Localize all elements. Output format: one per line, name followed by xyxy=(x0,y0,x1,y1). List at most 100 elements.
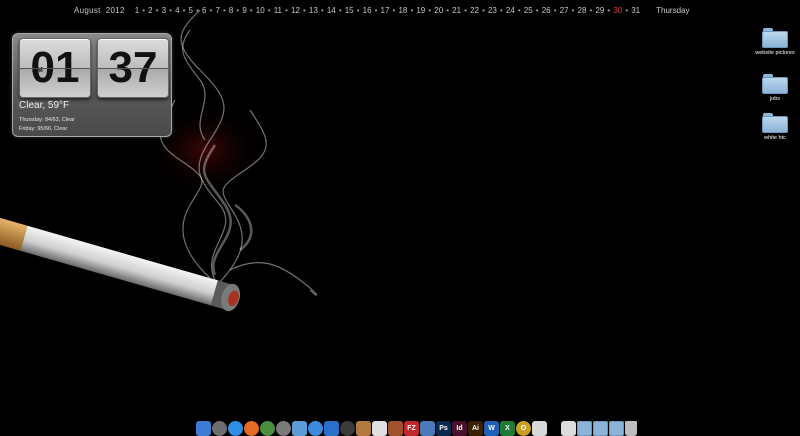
calendar-day: 24 xyxy=(505,5,515,15)
calendar-separator: • xyxy=(142,5,146,15)
calendar-separator: • xyxy=(196,5,199,15)
calendar-day: 15 xyxy=(344,5,354,15)
calendar-day: 27 xyxy=(559,5,569,15)
calendar-separator: • xyxy=(482,5,485,15)
calendar-separator: • xyxy=(553,5,557,15)
calendar-separator: • xyxy=(169,5,172,15)
downloads-folder-icon[interactable] xyxy=(577,421,592,436)
folder-label: jobs xyxy=(769,96,781,102)
calendar-separator: • xyxy=(410,5,414,15)
calendar-day: 30 xyxy=(613,5,623,15)
firefox-icon[interactable] xyxy=(244,421,259,436)
calendar-days: 1 • 2 • 3 • 4 • 5 • 6 • 7 • 8 • 9 • 10 • 11 • 12 • 13 • 14 • 15 • 16 • 1… xyxy=(135,6,640,15)
excel-icon[interactable]: X xyxy=(500,421,515,436)
calendar-separator: • xyxy=(155,5,159,15)
safari-icon[interactable] xyxy=(228,421,243,436)
calendar-day: 21 xyxy=(452,5,462,15)
system-preferences-icon[interactable] xyxy=(276,421,291,436)
app-store-icon[interactable] xyxy=(324,421,339,436)
calendar-separator: • xyxy=(625,5,629,15)
calendar-month: August xyxy=(74,5,101,15)
calendar-separator: • xyxy=(428,5,432,15)
launchpad-icon[interactable] xyxy=(212,421,227,436)
calendar-weekday: Thursday xyxy=(656,5,690,15)
calendar-day: 13 xyxy=(308,5,318,15)
calendar-icon[interactable] xyxy=(372,421,387,436)
calendar-day: 26 xyxy=(541,5,551,15)
forecast-day-1: Thursday: 84/63, Clear xyxy=(19,117,75,123)
calendar-separator: • xyxy=(182,5,186,15)
calendar-day: 23 xyxy=(487,5,497,15)
calendar-separator: • xyxy=(571,5,575,15)
calendar-separator: • xyxy=(589,5,593,15)
calendar-separator: • xyxy=(267,5,271,15)
calendar-separator: • xyxy=(499,5,503,15)
calendar-separator: • xyxy=(285,5,288,15)
calendar-separator: • xyxy=(517,5,521,15)
calendar-separator: • xyxy=(236,5,240,15)
facetime-icon[interactable] xyxy=(340,421,355,436)
calendar-bar: August 2012 1 • 2 • 3 • 4 • 5 • 6 • 7 • 8 • 9 • 10 • 11 • 12 • 1… xyxy=(74,4,690,16)
calendar-day: 16 xyxy=(362,5,372,15)
text-edit-icon[interactable] xyxy=(561,421,576,436)
calendar-separator: • xyxy=(338,5,342,15)
calendar-day: 12 xyxy=(291,5,300,15)
calendar-day: 19 xyxy=(416,5,426,15)
clock-minutes: 37 xyxy=(97,38,169,98)
itunes-icon[interactable] xyxy=(308,421,323,436)
chrome-icon[interactable] xyxy=(260,421,275,436)
filezilla-icon[interactable]: FZ xyxy=(404,421,419,436)
folder-icon xyxy=(762,28,788,48)
calendar-separator: • xyxy=(303,5,306,15)
forecast-day-2: Friday: 95/66, Clear xyxy=(19,126,68,132)
illustrator-icon[interactable]: Ai xyxy=(468,421,483,436)
calendar-separator: • xyxy=(464,5,467,15)
current-weather: Clear, 59°F xyxy=(19,100,70,111)
calendar-year: 2012 xyxy=(105,5,125,15)
desktop-folder-website-pictures[interactable]: website pictures xyxy=(745,28,800,57)
calendar-separator: • xyxy=(222,5,226,15)
preview-icon[interactable] xyxy=(420,421,435,436)
calendar-day: 14 xyxy=(326,5,336,15)
calendar-day: 29 xyxy=(595,5,605,15)
word-icon[interactable]: W xyxy=(484,421,499,436)
calendar-separator: • xyxy=(392,5,396,15)
dock: FZ Ps Id Ai W X O xyxy=(196,418,637,436)
calendar-day: 31 xyxy=(631,5,641,15)
indesign-icon[interactable]: Id xyxy=(452,421,467,436)
trash-icon[interactable] xyxy=(625,421,637,436)
contacts-icon[interactable] xyxy=(356,421,371,436)
calendar-separator: • xyxy=(607,5,611,15)
calendar-day: 20 xyxy=(434,5,444,15)
documents-folder-icon[interactable] xyxy=(593,421,608,436)
outlook-icon[interactable]: O xyxy=(516,421,531,436)
desktop-folder-white-htc[interactable]: white htc xyxy=(745,113,800,142)
desktop-folder-jobs[interactable]: jobs xyxy=(745,74,800,103)
photo-icon[interactable] xyxy=(388,421,403,436)
calendar-day: 17 xyxy=(380,5,390,15)
clock-minutes-value: 37 xyxy=(108,43,158,92)
calendar-day: 25 xyxy=(523,5,533,15)
clock-hours: AM 01 xyxy=(19,38,91,98)
calendar-separator: • xyxy=(320,5,324,15)
clock-ampm: AM xyxy=(32,67,43,74)
flip-clock-widget[interactable]: AM 01 37 Clear, 59°F Thursday: 84/63, Cl… xyxy=(12,33,172,137)
calendar-separator: • xyxy=(446,5,450,15)
calendar-day: 28 xyxy=(577,5,587,15)
finder-icon[interactable] xyxy=(196,421,211,436)
folder-icon xyxy=(762,74,788,94)
folder-label: white htc xyxy=(764,135,786,141)
calendar-day: 10 xyxy=(255,5,265,15)
calendar-day: 11 xyxy=(273,5,283,15)
folder-label: website pictures xyxy=(755,50,795,56)
calendar-separator: • xyxy=(374,5,378,15)
video-icon[interactable] xyxy=(532,421,547,436)
calendar-separator: • xyxy=(249,5,253,15)
calendar-separator: • xyxy=(356,5,360,15)
calendar-separator: • xyxy=(209,5,213,15)
calendar-day: 18 xyxy=(398,5,408,15)
applications-folder-icon[interactable] xyxy=(609,421,624,436)
mail-icon[interactable] xyxy=(292,421,307,436)
calendar-day: 22 xyxy=(470,5,479,15)
photoshop-icon[interactable]: Ps xyxy=(436,421,451,436)
